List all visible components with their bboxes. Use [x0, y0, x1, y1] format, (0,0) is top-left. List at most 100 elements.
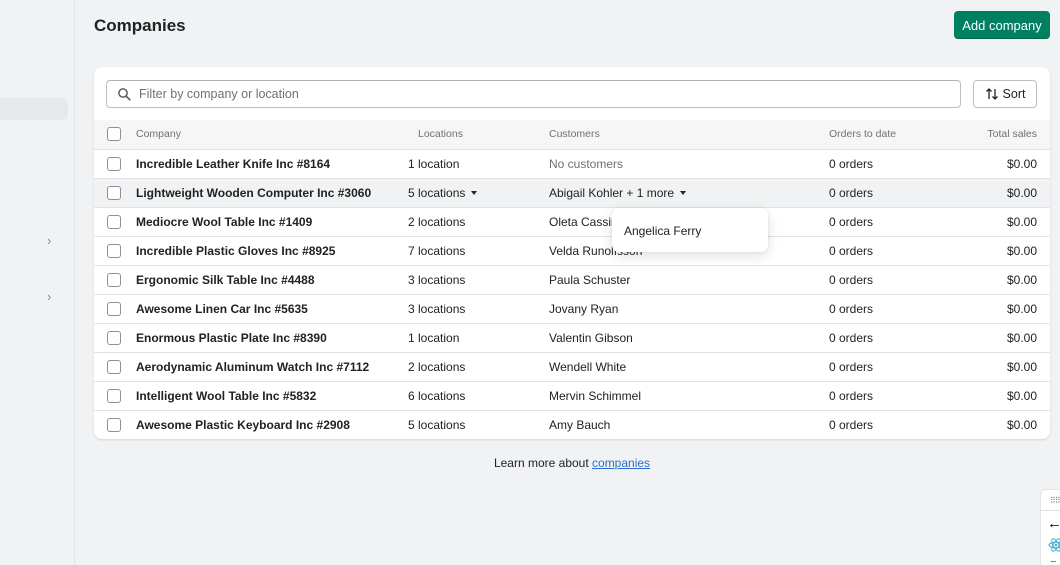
search-field[interactable] [106, 80, 961, 108]
orders-cell: 0 orders [829, 388, 874, 403]
header-orders[interactable]: Orders to date [829, 120, 979, 149]
locations-cell: 7 locations [408, 236, 549, 265]
add-company-button[interactable]: Add company [954, 11, 1050, 39]
devtools-panel: ⠿⠿ ← ∽ [1040, 489, 1060, 565]
locations-count: 2 locations [408, 214, 466, 229]
locations-count: 3 locations [408, 301, 466, 316]
orders-cell: 0 orders [829, 156, 874, 171]
customers-value: Mervin Schimmel [549, 388, 642, 403]
sales-cell: $0.00 [1006, 330, 1037, 345]
link-icon[interactable]: ∽ [1050, 557, 1057, 565]
company-name[interactable]: Incredible Plastic Gloves Inc #8925 [136, 236, 408, 265]
header-company[interactable]: Company [136, 120, 408, 149]
customers-cell: Paula Schuster [549, 265, 829, 294]
locations-cell: 2 locations [408, 207, 549, 236]
customers-value: Abigail Kohler + 1 more [549, 185, 675, 200]
table-row[interactable]: Awesome Plastic Keyboard Inc #2908 5 loca… [94, 410, 1050, 439]
customers-cell: Wendell White [549, 352, 829, 381]
company-name[interactable]: Awesome Linen Car Inc #5635 [136, 294, 408, 323]
sidebar: › › [0, 0, 75, 565]
locations-cell: 6 locations [408, 381, 549, 410]
popover-item[interactable]: Angelica Ferry [624, 224, 768, 238]
company-name[interactable]: Enormous Plastic Plate Inc #8390 [136, 323, 408, 352]
table-row[interactable]: Incredible Plastic Gloves Inc #8925 7 loc… [94, 236, 1050, 265]
customers-value: Oleta Cassin [549, 214, 618, 229]
orders-cell: 0 orders [829, 417, 874, 432]
customers-value: Amy Bauch [549, 417, 611, 432]
table-row[interactable]: Intelligent Wool Table Inc #5832 6 locati… [94, 381, 1050, 410]
locations-cell: 5 locations [408, 410, 549, 439]
locations-count: 1 location [408, 330, 460, 345]
company-name[interactable]: Lightweight Wooden Computer Inc #3060 [136, 178, 408, 207]
orders-cell: 0 orders [829, 243, 874, 258]
arrow-left-icon[interactable]: ← [1047, 515, 1060, 532]
customers-cell: Amy Bauch [549, 410, 829, 439]
orders-cell: 0 orders [829, 185, 874, 200]
row-checkbox[interactable] [107, 417, 121, 432]
sort-button[interactable]: Sort [973, 80, 1037, 108]
table-row[interactable]: Mediocre Wool Table Inc #1409 2 locations… [94, 207, 1050, 236]
companies-link[interactable]: companies [592, 456, 650, 470]
sales-cell: $0.00 [1006, 156, 1037, 171]
row-checkbox[interactable] [107, 185, 121, 200]
page-title: Companies [94, 16, 186, 35]
table-header-row: Company Locations Customers Orders to da… [94, 120, 1050, 149]
select-all-checkbox[interactable] [107, 127, 121, 142]
drag-handle-icon[interactable]: ⠿⠿ [1050, 496, 1060, 505]
sales-cell: $0.00 [1006, 243, 1037, 258]
company-name[interactable]: Ergonomic Silk Table Inc #4488 [136, 265, 408, 294]
sales-cell: $0.00 [1006, 272, 1037, 287]
companies-table: Company Locations Customers Orders to da… [94, 120, 1050, 439]
table-row[interactable]: Ergonomic Silk Table Inc #4488 3 location… [94, 265, 1050, 294]
locations-count: 7 locations [408, 243, 466, 258]
sales-cell: $0.00 [1006, 417, 1037, 432]
search-input[interactable] [139, 87, 919, 101]
header-locations[interactable]: Locations [408, 120, 549, 149]
table-row[interactable]: Lightweight Wooden Computer Inc #3060 5 l… [94, 178, 1050, 207]
row-checkbox[interactable] [107, 214, 121, 229]
locations-cell: 2 locations [408, 352, 549, 381]
table-row[interactable]: Awesome Linen Car Inc #5635 3 locations Jo… [94, 294, 1050, 323]
customers-popover: Angelica Ferry [612, 208, 768, 252]
company-name[interactable]: Awesome Plastic Keyboard Inc #2908 [136, 410, 408, 439]
sales-cell: $0.00 [1006, 301, 1037, 316]
row-checkbox[interactable] [107, 156, 121, 171]
footer-help: Learn more about companies [0, 456, 1060, 470]
table-row[interactable]: Incredible Leather Knife Inc #8164 1 loca… [94, 149, 1050, 178]
sales-cell: $0.00 [1006, 185, 1037, 200]
sales-cell: $0.00 [1006, 214, 1037, 229]
locations-cell: 3 locations [408, 265, 549, 294]
locations-count: 1 location [408, 156, 460, 171]
row-checkbox[interactable] [107, 243, 121, 258]
company-name[interactable]: Mediocre Wool Table Inc #1409 [136, 207, 408, 236]
row-checkbox[interactable] [107, 359, 121, 374]
row-checkbox[interactable] [107, 388, 121, 403]
chevron-right-icon[interactable]: › [47, 234, 57, 247]
company-name[interactable]: Intelligent Wool Table Inc #5832 [136, 381, 408, 410]
locations-cell[interactable]: 5 locations [408, 178, 549, 207]
header-sales[interactable]: Total sales [979, 120, 1050, 149]
react-icon[interactable] [1048, 537, 1060, 553]
header-customers[interactable]: Customers [549, 120, 829, 149]
customers-value: Paula Schuster [549, 272, 631, 287]
sort-icon [985, 88, 998, 100]
customers-value: Wendell White [549, 359, 627, 374]
company-name[interactable]: Incredible Leather Knife Inc #8164 [136, 149, 408, 178]
row-checkbox[interactable] [107, 301, 121, 316]
orders-cell: 0 orders [829, 272, 874, 287]
caret-down-icon[interactable] [680, 191, 687, 196]
customers-value: Jovany Ryan [549, 301, 619, 316]
locations-cell: 1 location [408, 323, 549, 352]
locations-count: 6 locations [408, 388, 466, 403]
customers-cell: Jovany Ryan [549, 294, 829, 323]
table-row[interactable]: Aerodynamic Aluminum Watch Inc #7112 2 lo… [94, 352, 1050, 381]
divider [1041, 510, 1060, 511]
company-name[interactable]: Aerodynamic Aluminum Watch Inc #7112 [136, 352, 408, 381]
table-row[interactable]: Enormous Plastic Plate Inc #8390 1 locati… [94, 323, 1050, 352]
chevron-right-icon[interactable]: › [47, 290, 57, 303]
customers-cell[interactable]: Abigail Kohler + 1 more [549, 178, 829, 207]
sidebar-active-item[interactable] [0, 98, 68, 120]
row-checkbox[interactable] [107, 330, 121, 345]
row-checkbox[interactable] [107, 272, 121, 287]
caret-down-icon[interactable] [471, 191, 478, 196]
